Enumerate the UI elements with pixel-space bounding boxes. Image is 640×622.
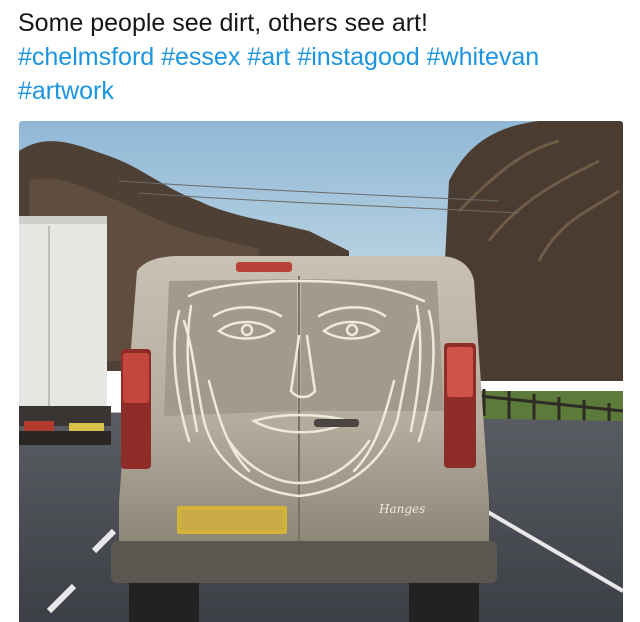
tweet-sentence: Some people see dirt, others see art!: [18, 9, 428, 37]
hashtag-artwork[interactable]: #artwork: [18, 77, 114, 105]
hashtag-chelmsford[interactable]: #chelmsford: [18, 43, 154, 71]
rear-bumper: [111, 541, 497, 583]
truck-left: [19, 216, 111, 445]
van-photo-illustration: Hanges: [19, 121, 623, 622]
tweet-photo[interactable]: Hanges: [19, 121, 623, 622]
hashtag-instagood[interactable]: #instagood: [297, 43, 419, 71]
door-handle: [314, 419, 359, 427]
hashtag-essex[interactable]: #essex: [161, 43, 240, 71]
hashtag-whitevan[interactable]: #whitevan: [427, 43, 540, 71]
artist-signature: Hanges: [378, 502, 425, 516]
tweet-text: Some people see dirt, others see art! #c…: [18, 6, 628, 108]
hashtag-art[interactable]: #art: [247, 43, 290, 71]
white-van: Hanges: [111, 256, 497, 622]
